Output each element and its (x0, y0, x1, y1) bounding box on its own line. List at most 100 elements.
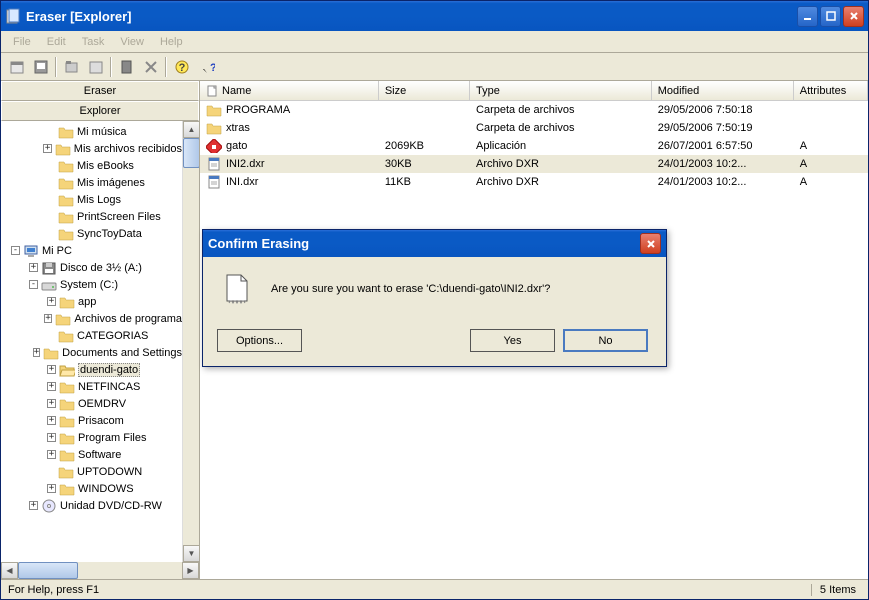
toolbar-whatsthis-icon[interactable]: ? (194, 56, 217, 78)
panel-tab-eraser[interactable]: Eraser (1, 81, 199, 101)
expand-icon[interactable]: + (33, 348, 40, 357)
tree-item[interactable]: CATEGORIAS (1, 327, 182, 344)
tree-item[interactable]: +Documents and Settings (1, 344, 182, 361)
tree-item[interactable]: +Prisacom (1, 412, 182, 429)
tree-item[interactable]: +NETFINCAS (1, 378, 182, 395)
toolbar-btn-6[interactable] (139, 56, 162, 78)
dialog-titlebar[interactable]: Confirm Erasing (203, 230, 666, 257)
folder-icon (58, 125, 74, 139)
doc-icon (206, 157, 222, 171)
expand-icon[interactable]: + (47, 484, 56, 493)
column-header[interactable]: Attributes (794, 81, 868, 100)
folder-tree[interactable]: Mi música + Mis archivos recibidos Mis eBoo… (1, 121, 182, 562)
menu-view[interactable]: View (112, 34, 152, 50)
dialog-close-button[interactable] (640, 233, 661, 254)
tree-item[interactable]: +OEMDRV (1, 395, 182, 412)
yes-button[interactable]: Yes (470, 329, 555, 352)
toolbar-btn-5[interactable] (115, 56, 138, 78)
column-header[interactable]: Modified (652, 81, 794, 100)
scroll-left-icon[interactable]: ◀ (1, 562, 18, 579)
toolbar-btn-3[interactable] (60, 56, 83, 78)
expand-icon[interactable]: + (43, 144, 51, 153)
titlebar[interactable]: Eraser [Explorer] (1, 1, 868, 31)
minimize-button[interactable] (797, 6, 818, 27)
tree-item[interactable]: +duendi-gato (1, 361, 182, 378)
tree-label: Software (78, 449, 121, 461)
menu-file[interactable]: File (5, 34, 39, 50)
column-header[interactable]: Type (470, 81, 652, 100)
tree-item[interactable]: -System (C:) (1, 276, 182, 293)
toolbar-btn-4[interactable] (84, 56, 107, 78)
panel-tab-explorer[interactable]: Explorer (1, 101, 199, 121)
expand-icon[interactable]: + (47, 297, 56, 306)
list-row[interactable]: xtrasCarpeta de archivos29/05/2006 7:50:… (200, 119, 868, 137)
left-panel: Eraser Explorer Mi música + Mis archivos r… (1, 81, 200, 579)
file-name: gato (226, 140, 247, 152)
toolbar-btn-2[interactable] (29, 56, 52, 78)
expand-icon[interactable]: + (44, 314, 53, 323)
toolbar-help-icon[interactable]: ? (170, 56, 193, 78)
scroll-thumb[interactable] (183, 138, 199, 168)
tree-vscrollbar[interactable]: ▲ ▼ (182, 121, 199, 562)
tree-item[interactable]: +Unidad DVD/CD-RW (1, 497, 182, 514)
expand-icon[interactable]: + (47, 365, 56, 374)
tree-item[interactable]: + Disco de 3½ (A:) (1, 259, 182, 276)
tree-item[interactable]: Mis Logs (1, 191, 182, 208)
tree-label: Disco de 3½ (A:) (60, 262, 142, 274)
tree-label: app (78, 296, 96, 308)
expand-icon[interactable]: + (47, 399, 56, 408)
file-modified: 24/01/2003 10:2... (652, 158, 794, 170)
scroll-right-icon[interactable]: ▶ (182, 562, 199, 579)
expand-icon[interactable]: + (29, 263, 38, 272)
toolbar-btn-1[interactable] (5, 56, 28, 78)
expand-icon[interactable]: - (11, 246, 20, 255)
file-modified: 29/05/2006 7:50:18 (652, 104, 794, 116)
menu-edit[interactable]: Edit (39, 34, 74, 50)
app-icon (5, 8, 21, 24)
scroll-down-icon[interactable]: ▼ (183, 545, 199, 562)
expand-icon[interactable]: + (47, 382, 56, 391)
tree-item[interactable]: Mis eBooks (1, 157, 182, 174)
folder-icon (59, 414, 75, 428)
column-header[interactable]: Name (200, 81, 379, 100)
list-row[interactable]: gato2069KBAplicación26/07/2001 6:57:50A (200, 137, 868, 155)
list-row[interactable]: INI.dxr11KBArchivo DXR24/01/2003 10:2...… (200, 173, 868, 191)
toolbar-separator (55, 57, 57, 77)
file-icon (206, 85, 218, 97)
folder-icon (59, 482, 75, 496)
expand-icon[interactable]: - (29, 280, 38, 289)
tree-item[interactable]: PrintScreen Files (1, 208, 182, 225)
tree-item[interactable]: Mi música (1, 123, 182, 140)
expand-icon[interactable]: + (47, 416, 56, 425)
scroll-up-icon[interactable]: ▲ (183, 121, 199, 138)
tree-item[interactable]: Mis imágenes (1, 174, 182, 191)
expand-icon[interactable]: + (47, 450, 56, 459)
list-row[interactable]: PROGRAMACarpeta de archivos29/05/2006 7:… (200, 101, 868, 119)
tree-item[interactable]: SyncToyData (1, 225, 182, 242)
no-button[interactable]: No (563, 329, 648, 352)
tree-item[interactable]: + Mis archivos recibidos (1, 140, 182, 157)
folder-icon (58, 227, 74, 241)
menu-task[interactable]: Task (74, 34, 113, 50)
expand-icon[interactable]: + (29, 501, 38, 510)
options-button[interactable]: Options... (217, 329, 302, 352)
maximize-button[interactable] (820, 6, 841, 27)
folder-icon (58, 193, 74, 207)
tree-item[interactable]: + Software (1, 446, 182, 463)
expand-icon[interactable]: + (47, 433, 56, 442)
menu-help[interactable]: Help (152, 34, 191, 50)
cd-icon (41, 499, 57, 513)
tree-item[interactable]: +Program Files (1, 429, 182, 446)
tree-item[interactable]: +Archivos de programa (1, 310, 182, 327)
tree-item[interactable]: + app (1, 293, 182, 310)
list-row[interactable]: INI2.dxr30KBArchivo DXR24/01/2003 10:2..… (200, 155, 868, 173)
tree-item[interactable]: +WINDOWS (1, 480, 182, 497)
tree-hscrollbar[interactable]: ◀ ▶ (1, 562, 199, 579)
close-button[interactable] (843, 6, 864, 27)
scroll-thumb[interactable] (18, 562, 78, 579)
tree-item[interactable]: UPTODOWN (1, 463, 182, 480)
tree-item[interactable]: -Mi PC (1, 242, 182, 259)
tree-label: Mis Logs (77, 194, 121, 206)
column-header[interactable]: Size (379, 81, 470, 100)
tree-label: Mis archivos recibidos (74, 143, 182, 155)
